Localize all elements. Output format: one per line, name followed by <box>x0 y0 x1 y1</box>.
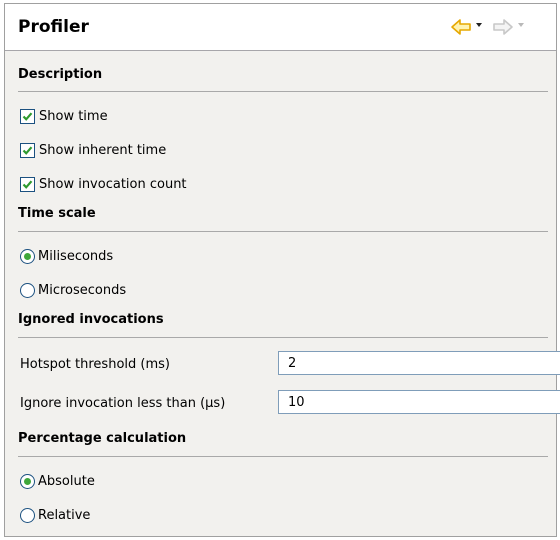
radio-circle <box>20 473 35 489</box>
section-title-ignored-invocations: Ignored invocations <box>18 312 164 327</box>
miliseconds-radio[interactable]: Miliseconds <box>20 245 113 267</box>
checkmark-icon <box>22 179 33 189</box>
forward-history-dropdown[interactable] <box>518 23 524 27</box>
section-title-time-scale: Time scale <box>18 206 96 221</box>
hotspot-threshold-input[interactable] <box>278 351 560 375</box>
back-history-dropdown[interactable] <box>476 23 482 27</box>
forward-arrow-icon <box>492 16 514 38</box>
checkbox-box <box>20 176 35 192</box>
section-divider <box>18 456 548 457</box>
section-title-description: Description <box>18 67 103 82</box>
back-arrow-icon <box>450 16 472 38</box>
section-divider <box>18 337 548 338</box>
radio-selected-dot <box>24 252 31 260</box>
absolute-label: Absolute <box>38 473 95 489</box>
section-divider <box>18 91 548 92</box>
panel-header: Profiler <box>5 4 556 51</box>
hotspot-threshold-label: Hotspot threshold (ms) <box>20 357 170 372</box>
show-inherent-time-checkbox[interactable]: Show inherent time <box>20 139 166 161</box>
absolute-radio[interactable]: Absolute <box>20 470 95 492</box>
ignore-invocation-input[interactable] <box>278 390 560 414</box>
show-time-label: Show time <box>39 108 108 124</box>
show-invocation-count-checkbox[interactable]: Show invocation count <box>20 173 187 195</box>
miliseconds-label: Miliseconds <box>38 248 114 264</box>
show-time-checkbox[interactable]: Show time <box>20 105 108 127</box>
checkmark-icon <box>22 111 33 121</box>
checkbox-box <box>20 142 35 158</box>
show-invocation-count-label: Show invocation count <box>39 176 187 192</box>
checkbox-box <box>20 108 35 124</box>
forward-button[interactable] <box>492 16 514 38</box>
ignore-invocation-label: Ignore invocation less than (µs) <box>20 396 226 411</box>
radio-circle <box>20 507 35 523</box>
relative-radio[interactable]: Relative <box>20 504 90 526</box>
checkmark-icon <box>22 145 33 155</box>
relative-label: Relative <box>38 507 91 523</box>
radio-selected-dot <box>24 477 31 485</box>
radio-circle <box>20 282 35 298</box>
show-inherent-time-label: Show inherent time <box>39 142 167 158</box>
profiler-panel: Profiler Description Show time Show inhe… <box>4 3 560 537</box>
section-title-percentage-calculation: Percentage calculation <box>18 431 187 446</box>
microseconds-label: Microseconds <box>38 282 127 298</box>
radio-circle <box>20 248 35 264</box>
microseconds-radio[interactable]: Microseconds <box>20 279 126 301</box>
panel-title: Profiler <box>18 17 89 37</box>
back-button[interactable] <box>450 16 472 38</box>
section-divider <box>18 231 548 232</box>
